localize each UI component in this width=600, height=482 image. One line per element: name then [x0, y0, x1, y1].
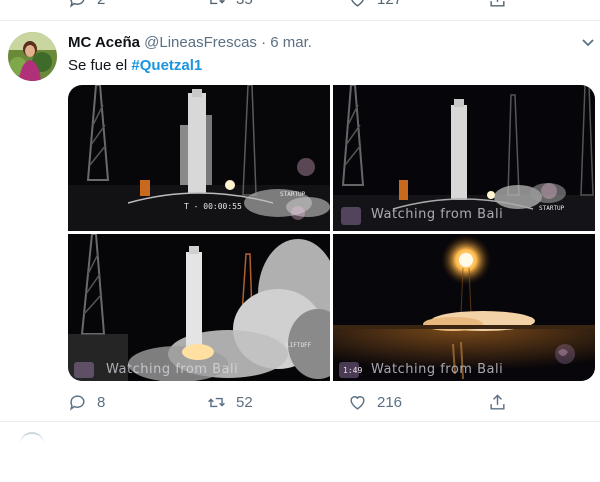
status-label: STARTUP	[539, 205, 565, 212]
watermark-text: Watching from Bali	[371, 207, 504, 222]
previous-retweet-count: 35	[236, 0, 253, 8]
author-name[interactable]: MC Aceña	[68, 34, 140, 51]
media-grid: T - 00:00:55 STARTUP Watching from Bali …	[68, 85, 595, 381]
status-label: 1:49	[343, 366, 363, 375]
chevron-down-icon	[582, 39, 594, 47]
previous-reply-button[interactable]: 2	[68, 0, 105, 9]
media-tile-2[interactable]: Watching from Bali STARTUP	[333, 85, 595, 231]
retweet-button[interactable]: 52	[207, 390, 253, 414]
retweet-count: 52	[236, 393, 253, 411]
status-label: STARTUP	[280, 191, 306, 198]
like-icon	[350, 395, 365, 410]
next-tweet-avatar[interactable]	[20, 432, 44, 456]
tweet-divider	[0, 20, 600, 21]
share-button[interactable]	[488, 390, 507, 414]
author-handle[interactable]: @LineasFrescas	[144, 34, 257, 51]
previous-like-count: 127	[377, 0, 402, 8]
share-icon	[490, 393, 505, 410]
media-tile-3[interactable]: Watching from Bali LIFTOFF	[68, 234, 330, 381]
like-button[interactable]: 216	[348, 390, 402, 414]
tweet-date[interactable]: 6 mar.	[270, 34, 312, 51]
previous-retweet-button[interactable]: 35	[207, 0, 253, 9]
avatar[interactable]	[8, 32, 57, 81]
tweet-actions: 8 52 216	[0, 390, 600, 414]
countdown-text: T - 00:00:55	[184, 202, 242, 211]
previous-like-button[interactable]: 127	[348, 0, 402, 9]
previous-reply-count: 2	[97, 0, 105, 8]
reply-button[interactable]: 8	[68, 390, 105, 414]
like-count: 216	[377, 393, 403, 411]
previous-tweet-actions: 2 35 127	[0, 0, 600, 12]
reply-count: 8	[97, 393, 106, 411]
more-options-button[interactable]	[578, 32, 598, 52]
tweet-text: Se fue el #Quetzal1	[68, 57, 202, 74]
tweet-text-body: Se fue el	[68, 57, 132, 74]
reply-icon	[69, 394, 85, 411]
status-label: LIFTOFF	[286, 342, 312, 349]
liftoff-image	[68, 234, 330, 381]
previous-share-button[interactable]	[488, 0, 507, 9]
tweet-divider	[0, 421, 600, 422]
reply-icon	[69, 0, 85, 8]
hashtag-link[interactable]: #Quetzal1	[131, 57, 202, 74]
retweet-icon	[210, 0, 225, 5]
watermark-text: Watching from Bali	[371, 362, 504, 377]
media-tile-1[interactable]: T - 00:00:55 STARTUP	[68, 85, 330, 231]
distant-launch-image	[333, 234, 595, 381]
media-tile-4[interactable]: 1:49 Watching from Bali	[333, 234, 595, 381]
share-icon	[490, 0, 505, 7]
tweet-header: MC Aceña @LineasFrescas · 6 mar.	[68, 34, 312, 51]
separator: ·	[261, 34, 267, 51]
like-icon	[351, 0, 364, 7]
watermark-text: Watching from Bali	[106, 362, 239, 377]
retweet-icon	[208, 397, 225, 407]
